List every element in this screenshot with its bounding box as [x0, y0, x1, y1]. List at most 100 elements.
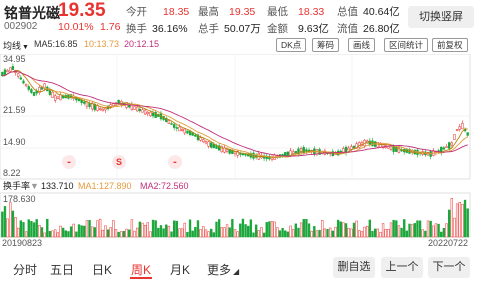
- candle-body: [151, 112, 155, 117]
- volume-bar: [358, 230, 361, 238]
- tab-intraday[interactable]: 分时: [13, 261, 37, 278]
- price-axis-label: 8.22: [3, 168, 21, 178]
- tab-daily-k[interactable]: 日K: [92, 261, 112, 278]
- price-axis-label: 21.59: [3, 105, 26, 115]
- change-amount: 1.76: [100, 21, 121, 33]
- candle-body: [77, 98, 81, 102]
- volume-bar: [254, 224, 258, 238]
- volume-bar: [336, 219, 340, 238]
- volume-bar: [442, 227, 446, 238]
- tab-more[interactable]: 更多 ◢: [207, 261, 239, 278]
- volume-bar: [159, 225, 163, 238]
- active-tab-indicator: [130, 277, 152, 279]
- volume-bar: [429, 220, 432, 238]
- tab-five-day[interactable]: 五日: [50, 261, 74, 278]
- stat-float-value: 流值 26.80亿: [337, 23, 400, 35]
- range-stats-button[interactable]: 区间统计: [384, 38, 429, 52]
- kline-chart[interactable]: 34.95 21.59 14.90 8.22 - S - 换手率▼ 133.710…: [0, 54, 500, 276]
- expand-icon: ◢: [233, 267, 240, 276]
- tab-weekly-k[interactable]: 周K: [131, 261, 151, 278]
- volume-bar: [173, 220, 176, 238]
- volume-bar: [38, 224, 41, 238]
- candle-body: [170, 123, 173, 125]
- price-axis-label: 14.90: [3, 137, 26, 147]
- indicator-selector[interactable]: 均线▼: [3, 39, 29, 52]
- volume-bar: [347, 227, 350, 238]
- draw-line-button[interactable]: 画线: [348, 38, 376, 52]
- volume-bar: [48, 230, 52, 238]
- volume-bar: [186, 231, 189, 238]
- stat-open: 今开 18.35: [126, 6, 190, 18]
- candle-body: [27, 86, 30, 90]
- volume-bar: [334, 226, 337, 238]
- volume-bar: [326, 228, 329, 238]
- volume-bar: [432, 225, 435, 238]
- candle-body: [352, 145, 356, 149]
- candle-body: [98, 108, 102, 110]
- candle-body: [225, 149, 229, 152]
- candle-body: [204, 141, 208, 144]
- volume-bar: [170, 231, 173, 238]
- volume-bar: [199, 229, 202, 238]
- volume-bar: [32, 222, 36, 238]
- volume-bar: [270, 221, 274, 238]
- volume-bar: [307, 223, 311, 238]
- volume-bar: [46, 218, 49, 238]
- volume-bar: [291, 229, 295, 238]
- volume-bar: [6, 218, 9, 238]
- switch-orientation-button[interactable]: 切换竖屏: [408, 6, 474, 28]
- volume-bar: [207, 231, 210, 238]
- volume-bar: [91, 226, 94, 238]
- volume-bar: [178, 228, 181, 238]
- volume-bar: [458, 202, 461, 238]
- tab-monthly-k[interactable]: 月K: [170, 261, 190, 278]
- volume-bar: [43, 232, 46, 238]
- volume-bar: [252, 232, 255, 238]
- dk-point-button[interactable]: DK点: [276, 38, 307, 52]
- candle-body: [188, 131, 192, 135]
- volume-bar: [167, 225, 171, 238]
- volume-bar: [162, 228, 165, 238]
- volume-axis-max: 178.630: [3, 194, 36, 204]
- candle-body: [19, 77, 23, 80]
- volume-bar: [217, 219, 221, 238]
- volume-bar: [360, 231, 364, 238]
- volume-bar: [175, 220, 179, 238]
- volume-bar: [247, 225, 250, 238]
- volume-bar: [64, 230, 67, 238]
- candle-body: [22, 80, 25, 84]
- forward-adjust-button[interactable]: 前复权: [432, 38, 468, 52]
- volume-bar: [210, 228, 213, 238]
- volume-bar: [96, 220, 99, 238]
- volume-bar: [117, 231, 120, 238]
- candle-body: [220, 145, 223, 153]
- volume-bar: [196, 220, 200, 238]
- candle-body: [387, 146, 390, 149]
- volume-bar: [180, 228, 184, 238]
- next-stock-button[interactable]: 下一个: [428, 257, 470, 278]
- volume-bar: [228, 227, 231, 238]
- volume-bar: [40, 227, 44, 238]
- volume-bar: [138, 221, 141, 238]
- volume-bar: [27, 219, 30, 238]
- candle-body: [350, 146, 353, 150]
- volume-bar: [122, 230, 126, 238]
- previous-stock-button[interactable]: 上一个: [381, 257, 423, 278]
- volume-bar: [463, 199, 467, 238]
- candle-body: [294, 151, 297, 153]
- volume-bar: [350, 228, 353, 238]
- volume-bar: [424, 230, 427, 238]
- chips-button[interactable]: 筹码: [312, 38, 340, 52]
- volume-bar: [239, 223, 242, 238]
- volume-bar: [233, 229, 237, 238]
- volume-bar: [276, 227, 279, 238]
- volume-bar: [212, 232, 216, 238]
- volume-bar: [88, 219, 91, 238]
- candle-body: [183, 128, 186, 134]
- remove-watchlist-button[interactable]: 删自选: [333, 257, 375, 278]
- volume-bar: [202, 226, 205, 238]
- stat-total-volume: 总手 50.07万: [198, 23, 261, 35]
- candle-body: [252, 152, 255, 159]
- volume-bar: [143, 224, 147, 238]
- candle-body: [133, 106, 136, 110]
